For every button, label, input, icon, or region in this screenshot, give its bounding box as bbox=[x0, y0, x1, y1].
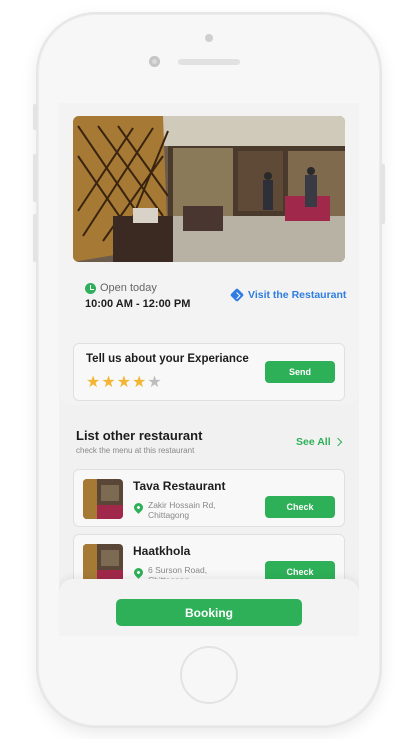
visit-restaurant-label: Visit the Restaurant bbox=[248, 289, 347, 301]
restaurant-photo bbox=[73, 116, 345, 262]
home-button[interactable] bbox=[182, 648, 236, 702]
star-icon[interactable]: ★ bbox=[132, 374, 147, 391]
experience-card: Tell us about your Experiance ★★★★★ Send bbox=[73, 343, 345, 401]
front-camera bbox=[149, 56, 160, 67]
open-status: Open today bbox=[100, 282, 157, 294]
check-button[interactable]: Check bbox=[265, 496, 335, 518]
earpiece-speaker bbox=[178, 59, 240, 65]
star-rating[interactable]: ★★★★★ bbox=[86, 374, 163, 392]
restaurant-detail-card: Open today 10:00 AM - 12:00 PM Visit the… bbox=[59, 103, 359, 405]
restaurant-address: Zakir Hossain Rd, Chittagong bbox=[148, 500, 216, 520]
clock-icon bbox=[85, 283, 96, 294]
experience-title: Tell us about your Experiance bbox=[86, 353, 249, 365]
star-icon[interactable]: ★ bbox=[147, 374, 162, 391]
directions-icon bbox=[229, 287, 245, 303]
star-icon[interactable]: ★ bbox=[86, 374, 101, 391]
section-subtitle: check the menu at this restaurant bbox=[76, 446, 195, 455]
restaurant-name: Tava Restaurant bbox=[133, 479, 226, 493]
restaurant-name: Haatkhola bbox=[133, 544, 191, 558]
volume-up-button bbox=[33, 154, 37, 202]
chevron-right-icon bbox=[333, 437, 342, 447]
location-pin-icon bbox=[132, 566, 145, 579]
see-all-link[interactable]: See All bbox=[296, 436, 342, 448]
see-all-label: See All bbox=[296, 436, 331, 448]
power-button bbox=[381, 164, 385, 224]
sensor bbox=[205, 34, 213, 42]
location-pin-icon bbox=[132, 501, 145, 514]
mute-switch bbox=[33, 104, 37, 130]
app-screen: Open today 10:00 AM - 12:00 PM Visit the… bbox=[59, 103, 359, 636]
list-item[interactable]: Tava Restaurant Zakir Hossain Rd, Chitta… bbox=[73, 469, 345, 527]
restaurant-thumbnail bbox=[83, 479, 123, 519]
restaurant-thumbnail bbox=[83, 544, 123, 584]
star-icon[interactable]: ★ bbox=[101, 374, 116, 391]
booking-button[interactable]: Booking bbox=[116, 599, 302, 626]
star-icon[interactable]: ★ bbox=[117, 374, 132, 391]
volume-down-button bbox=[33, 214, 37, 262]
opening-hours: 10:00 AM - 12:00 PM bbox=[85, 298, 191, 310]
bottom-bar: Booking bbox=[59, 579, 359, 636]
section-title: List other restaurant bbox=[76, 428, 203, 443]
send-button[interactable]: Send bbox=[265, 361, 335, 383]
visit-restaurant-link[interactable]: Visit the Restaurant bbox=[229, 287, 347, 303]
